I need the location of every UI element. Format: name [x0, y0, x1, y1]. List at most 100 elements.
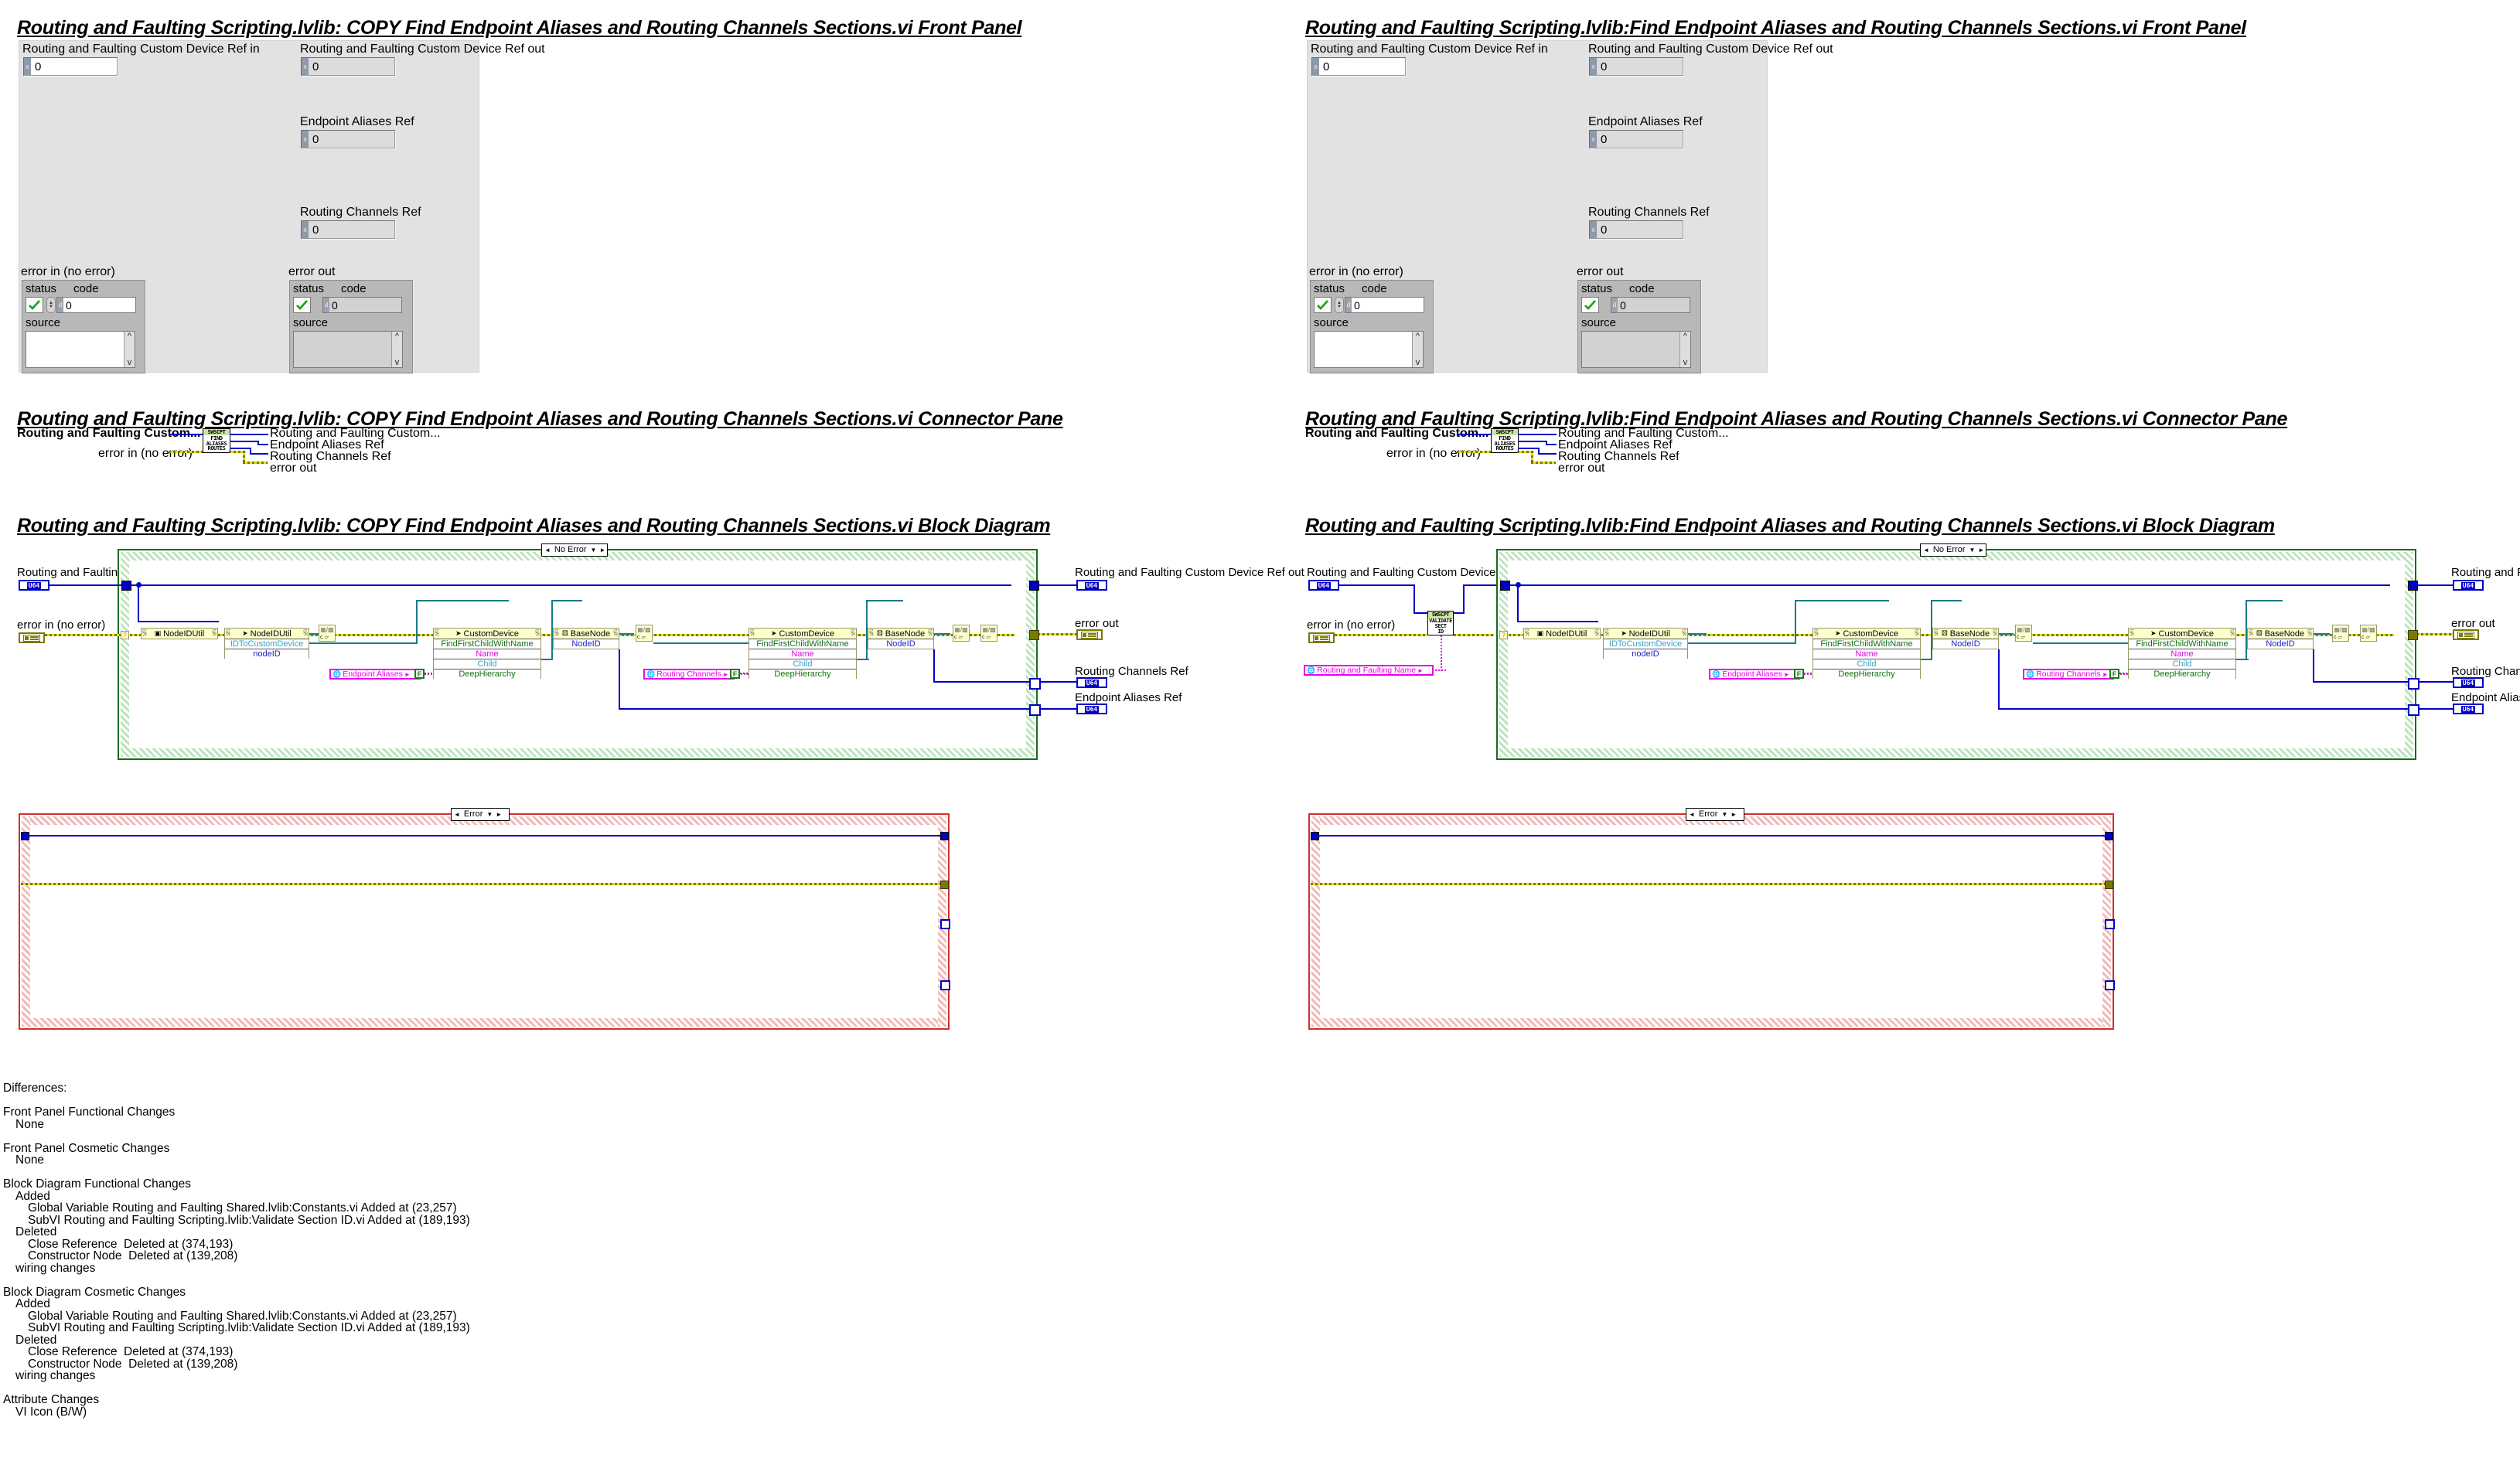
node-prop[interactable]: NodeID: [1933, 639, 1998, 649]
source-scrollbar[interactable]: ^ v: [391, 332, 402, 367]
scroll-down-icon[interactable]: v: [1416, 358, 1420, 367]
global-routing-and-faulting-name[interactable]: 🌐 Routing and Faulting Name ►: [1304, 665, 1434, 676]
bd-error-out-terminal[interactable]: [2453, 629, 2479, 640]
code-control[interactable]: d 0: [56, 297, 136, 313]
case-selector-terminal[interactable]: ?: [121, 631, 129, 639]
chevron-down-icon[interactable]: ▼: [486, 811, 494, 818]
case-structure-error[interactable]: [19, 813, 950, 1030]
bd-endpoint-out-terminal[interactable]: U64: [2453, 704, 2484, 714]
ref-in-control[interactable]: x 0: [23, 57, 118, 76]
case-selector-error[interactable]: ◄ Error ▼ ►: [451, 808, 510, 821]
boolean-false-constant-1[interactable]: F: [414, 669, 425, 679]
node-method[interactable]: IDToCustomDevice: [225, 639, 309, 649]
case-prev-icon[interactable]: ◄: [1687, 811, 1696, 818]
node-customdevice-1[interactable]: ▱?! ➤ CustomDevice ▱?! FindFirstChildWit…: [433, 628, 541, 679]
node-param[interactable]: nodeID: [225, 649, 309, 659]
node-method[interactable]: FindFirstChildWithName: [2129, 639, 2235, 649]
node-param-name[interactable]: Name: [434, 649, 540, 659]
scroll-up-icon[interactable]: ^: [1683, 332, 1687, 341]
node-param-name[interactable]: Name: [749, 649, 856, 659]
node-basenode-1[interactable]: ▱?! ⚄ BaseNode ▱?! NodeID: [1932, 628, 1999, 649]
node-basenode-2[interactable]: ▱?! ⚄ BaseNode ▱?! NodeID: [868, 628, 934, 649]
case-next-icon[interactable]: ►: [1976, 547, 1986, 554]
source-scrollbar[interactable]: ^ v: [1412, 332, 1423, 367]
scroll-down-icon[interactable]: v: [128, 358, 132, 367]
case-next-icon[interactable]: ►: [1729, 811, 1738, 818]
close-reference-node-2[interactable]: ▦/▩ c ▱: [2015, 625, 2032, 642]
case-selector-no-error[interactable]: ◄ No Error ▼ ►: [1920, 543, 1986, 557]
case-next-icon[interactable]: ►: [494, 811, 503, 818]
node-param-child[interactable]: Child: [2129, 659, 2235, 669]
node-prop[interactable]: NodeID: [868, 639, 933, 649]
source-control[interactable]: ^ v: [1314, 331, 1424, 368]
source-control[interactable]: ^ v: [26, 331, 135, 368]
boolean-false-constant-1[interactable]: F: [1794, 669, 1804, 679]
bd-ref-out-terminal[interactable]: U64: [1076, 580, 1107, 591]
chevron-down-icon[interactable]: ▼: [1969, 547, 1976, 554]
close-reference-node-3[interactable]: ▦/▩ c ▱: [2332, 625, 2349, 642]
case-selector-error[interactable]: ◄ Error ▼ ►: [1686, 808, 1744, 821]
close-reference-node-4[interactable]: ▦/▩ c ▱: [980, 625, 997, 642]
node-nodeidutil-get[interactable]: ▱?! ▣ NodeIDUtil ▱?!: [141, 628, 218, 639]
node-param-deephierarchy[interactable]: DeepHierarchy: [1813, 669, 1920, 679]
chevron-down-icon[interactable]: ▼: [590, 547, 598, 554]
bd-error-in-terminal[interactable]: [19, 632, 45, 643]
subvi-validate-section-id[interactable]: SWSCPT VALIDATE SECT ID: [1427, 611, 1454, 635]
node-method[interactable]: FindFirstChildWithName: [749, 639, 856, 649]
bd-ref-out-terminal[interactable]: U64: [2453, 580, 2484, 591]
bd-ref-in-terminal[interactable]: U64: [1308, 580, 1339, 591]
bd-error-in-terminal[interactable]: [1308, 632, 1335, 643]
node-param-deephierarchy[interactable]: DeepHierarchy: [749, 669, 856, 679]
status-boolean[interactable]: [26, 297, 43, 313]
global-endpoint-aliases[interactable]: 🌐 Endpoint Aliases ►: [329, 669, 421, 680]
node-param-child[interactable]: Child: [1813, 659, 1920, 669]
status-boolean[interactable]: [1314, 297, 1332, 313]
node-method[interactable]: FindFirstChildWithName: [1813, 639, 1920, 649]
error-in-cluster[interactable]: status code ▲ ▼ d 0 source ^ v: [1310, 280, 1434, 373]
bd-ref-in-terminal[interactable]: U64: [19, 580, 49, 591]
node-param[interactable]: nodeID: [1604, 649, 1687, 659]
node-nodeidutil-invoke[interactable]: ▱?! ➤ NodeIDUtil ▱?! IDToCustomDevice no…: [224, 628, 309, 659]
node-prop[interactable]: NodeID: [2248, 639, 2313, 649]
close-reference-node-3[interactable]: ▦/▩ c ▱: [953, 625, 970, 642]
ref-in-control[interactable]: x 0: [1311, 57, 1406, 76]
node-customdevice-2[interactable]: ▱?! ➤ CustomDevice ▱?! FindFirstChildWit…: [2128, 628, 2236, 679]
case-prev-icon[interactable]: ◄: [543, 547, 552, 554]
global-routing-channels[interactable]: 🌐 Routing Channels ►: [643, 669, 735, 680]
case-selector-no-error[interactable]: ◄ No Error ▼ ►: [541, 543, 608, 557]
node-param-name[interactable]: Name: [1813, 649, 1920, 659]
node-param-name[interactable]: Name: [2129, 649, 2235, 659]
code-control[interactable]: d 0: [1345, 297, 1424, 313]
code-increment-decrement[interactable]: ▲ ▼: [46, 297, 56, 313]
node-nodeidutil-invoke[interactable]: ▱?! ➤ NodeIDUtil ▱?! IDToCustomDevice no…: [1603, 628, 1688, 659]
node-param-child[interactable]: Child: [749, 659, 856, 669]
boolean-false-constant-2[interactable]: F: [730, 669, 740, 679]
scroll-up-icon[interactable]: ^: [395, 332, 399, 341]
node-basenode-1[interactable]: ▱?! ⚄ BaseNode ▱?! NodeID: [553, 628, 619, 649]
scroll-down-icon[interactable]: v: [395, 358, 400, 367]
chevron-down-icon[interactable]: ▼: [1721, 811, 1729, 818]
error-in-cluster[interactable]: status code ▲ ▼ d 0 source ^ v: [22, 280, 145, 373]
node-method[interactable]: IDToCustomDevice: [1604, 639, 1687, 649]
node-customdevice-1[interactable]: ▱?! ➤ CustomDevice ▱?! FindFirstChildWit…: [1812, 628, 1921, 679]
code-increment-decrement[interactable]: ▲ ▼: [1335, 297, 1344, 313]
boolean-false-constant-2[interactable]: F: [2109, 669, 2119, 679]
scroll-up-icon[interactable]: ^: [128, 332, 131, 341]
source-scrollbar[interactable]: ^ v: [124, 332, 135, 367]
scroll-up-icon[interactable]: ^: [1416, 332, 1420, 341]
node-prop[interactable]: NodeID: [554, 639, 619, 649]
node-param-deephierarchy[interactable]: DeepHierarchy: [2129, 669, 2235, 679]
node-method[interactable]: FindFirstChildWithName: [434, 639, 540, 649]
bd-routing-out-terminal[interactable]: U64: [1076, 677, 1107, 688]
case-selector-terminal[interactable]: ?: [1499, 631, 1508, 639]
case-next-icon[interactable]: ►: [598, 547, 607, 554]
node-param-child[interactable]: Child: [434, 659, 540, 669]
case-prev-icon[interactable]: ◄: [1922, 547, 1931, 554]
bd-endpoint-out-terminal[interactable]: U64: [1076, 704, 1107, 714]
node-nodeidutil-get[interactable]: ▱?! ▣ NodeIDUtil ▱?!: [1523, 628, 1601, 639]
scroll-down-icon[interactable]: v: [1683, 358, 1688, 367]
global-endpoint-aliases[interactable]: 🌐 Endpoint Aliases ►: [1709, 669, 1800, 680]
case-prev-icon[interactable]: ◄: [452, 811, 462, 818]
close-reference-node-1[interactable]: ▦/▩ c ▱: [319, 625, 336, 642]
case-structure-error[interactable]: [1308, 813, 2114, 1030]
